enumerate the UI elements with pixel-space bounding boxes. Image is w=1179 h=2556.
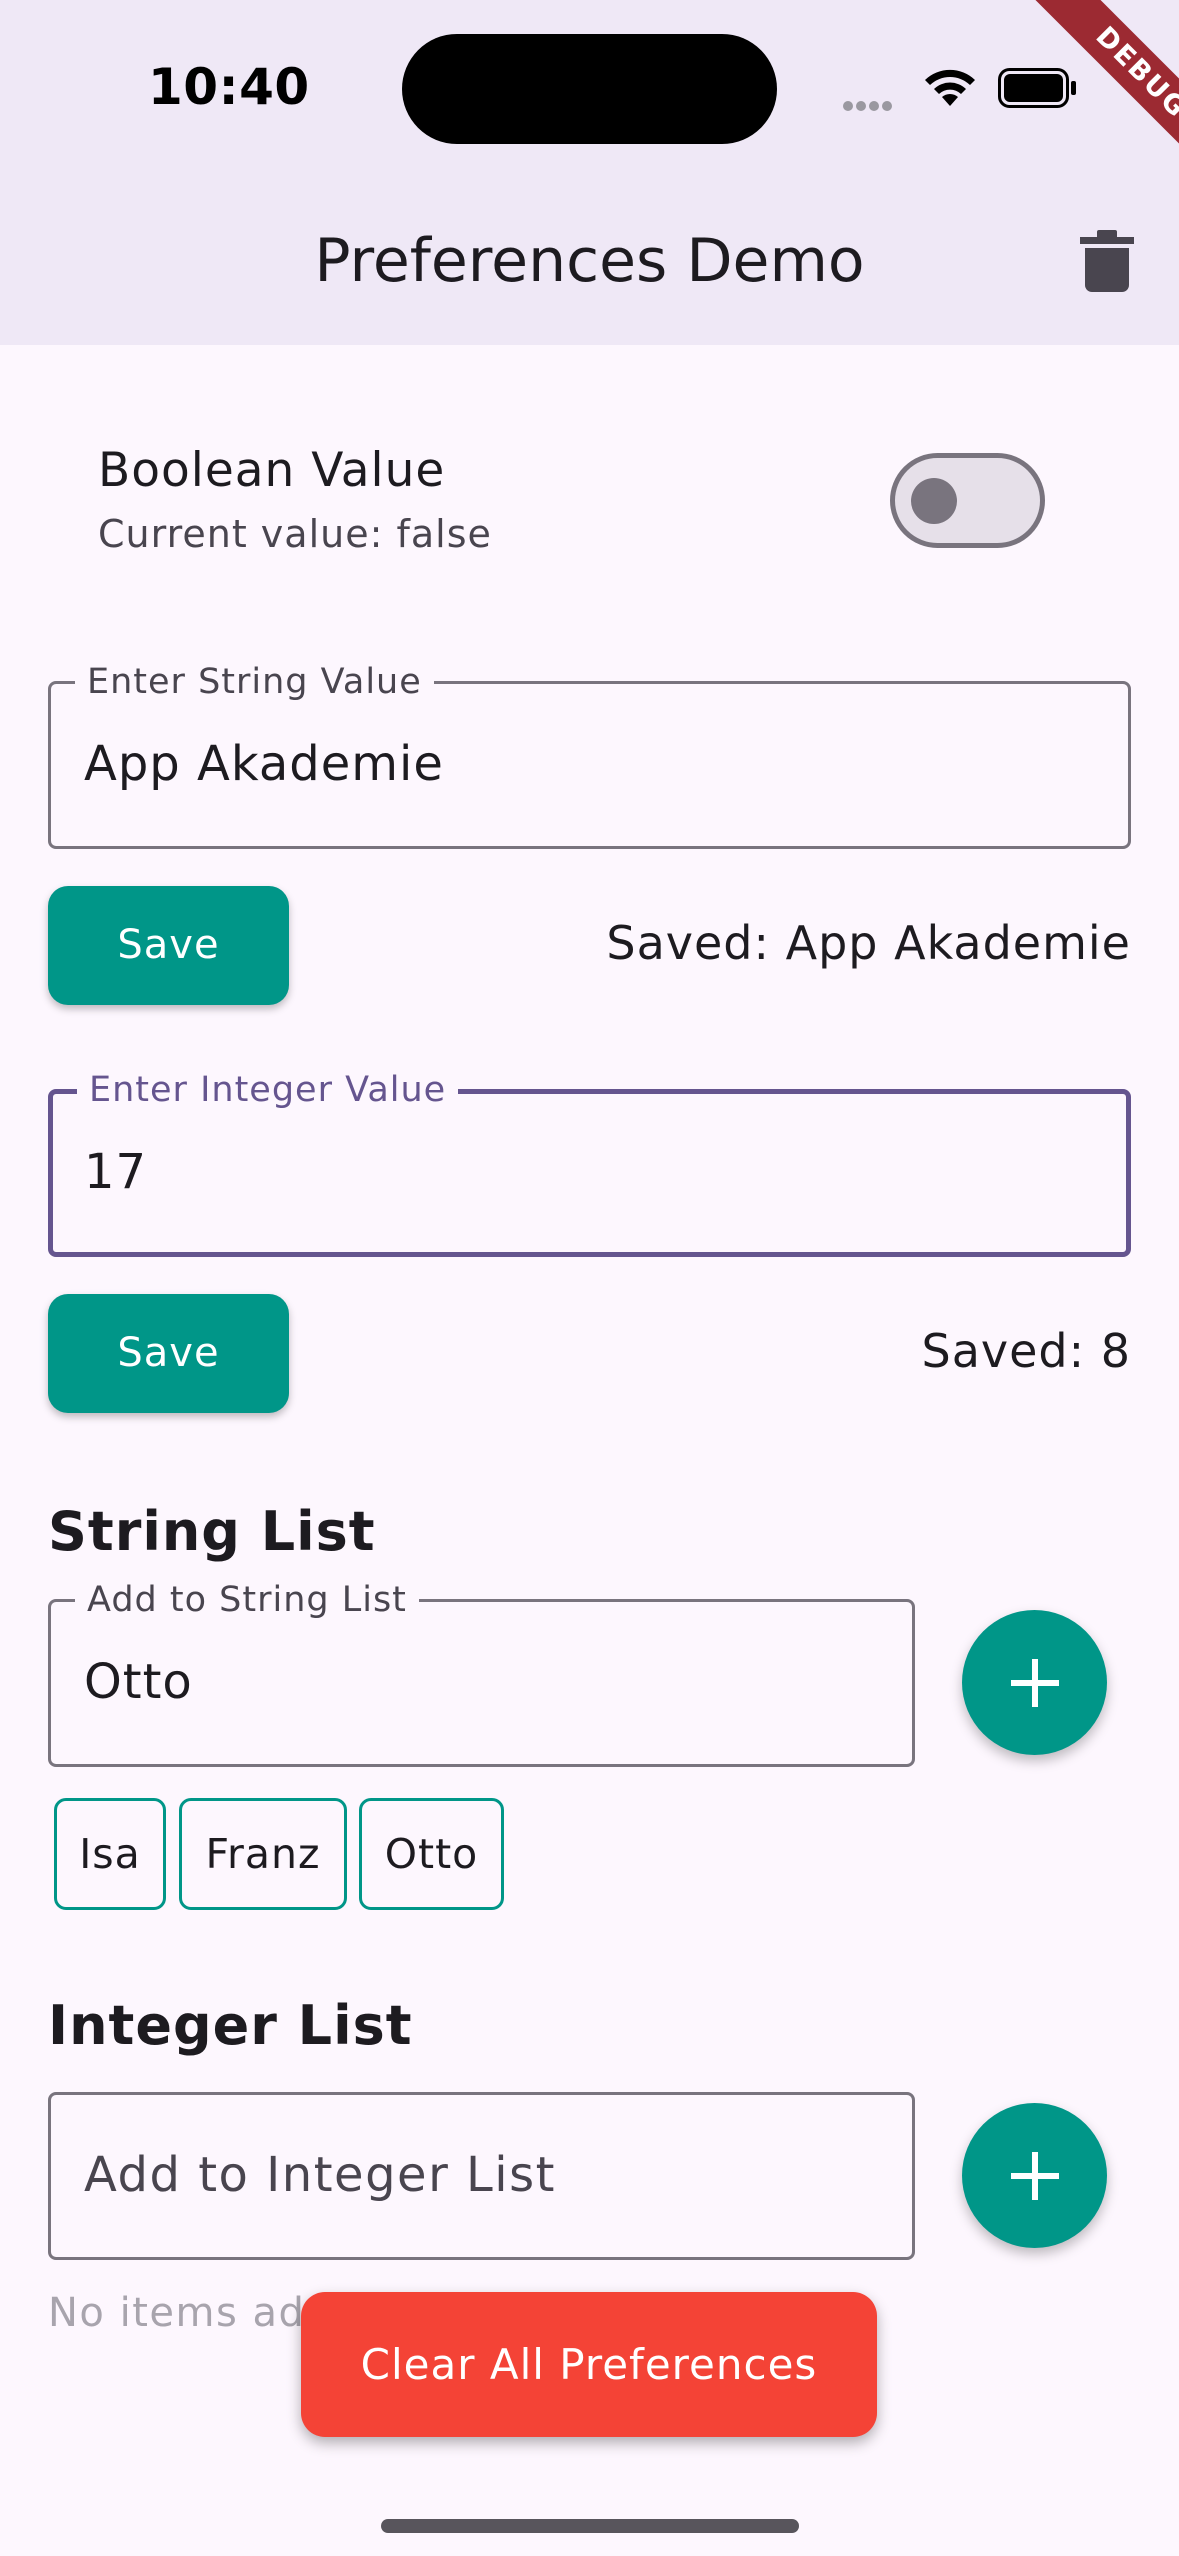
home-indicator xyxy=(381,2519,799,2533)
wifi-icon xyxy=(925,69,975,106)
string-list-input[interactable]: Add to String List Otto xyxy=(48,1578,915,1767)
saved-string-text: Saved: App Akademie xyxy=(606,916,1131,970)
page-title: Preferences Demo xyxy=(314,226,865,296)
save-integer-button[interactable]: Save xyxy=(48,1294,289,1413)
string-chip[interactable]: Otto xyxy=(359,1798,504,1910)
string-list-input-label: Add to String List xyxy=(75,1578,419,1622)
string-list-input-value: Otto xyxy=(84,1654,193,1710)
save-string-button[interactable]: Save xyxy=(48,886,289,1005)
status-time: 10:40 xyxy=(148,58,310,116)
cellular-dots-icon xyxy=(843,96,907,111)
integer-list-placeholder: Add to Integer List xyxy=(84,2147,556,2203)
boolean-subtitle: Current value: false xyxy=(98,512,492,556)
add-string-button[interactable] xyxy=(962,1610,1107,1755)
clear-all-preferences-button[interactable]: Clear All Preferences xyxy=(301,2292,877,2437)
string-field-label: Enter String Value xyxy=(75,660,434,704)
debug-label: DEBUG xyxy=(1025,0,1179,189)
string-field-value: App Akademie xyxy=(84,736,444,792)
debug-banner: DEBUG xyxy=(979,0,1179,200)
boolean-title: Boolean Value xyxy=(98,443,446,498)
string-chip[interactable]: Franz xyxy=(179,1798,347,1910)
integer-field-value: 17 xyxy=(84,1144,148,1200)
boolean-switch[interactable] xyxy=(890,453,1045,548)
string-chip[interactable]: Isa xyxy=(54,1798,166,1910)
saved-integer-text: Saved: 8 xyxy=(921,1324,1131,1378)
integer-value-field[interactable]: Enter Integer Value 17 xyxy=(48,1068,1131,1257)
integer-field-label: Enter Integer Value xyxy=(77,1068,459,1112)
switch-thumb xyxy=(911,478,957,524)
plus-icon xyxy=(1011,2152,1059,2200)
integer-list-heading: Integer List xyxy=(48,1994,413,2057)
string-list-heading: String List xyxy=(48,1500,376,1563)
plus-icon xyxy=(1011,1659,1059,1707)
string-value-field[interactable]: Enter String Value App Akademie xyxy=(48,660,1131,849)
trash-icon[interactable] xyxy=(1080,230,1134,292)
integer-list-input[interactable]: Add to Integer List xyxy=(48,2092,915,2260)
add-integer-button[interactable] xyxy=(962,2103,1107,2248)
dynamic-island xyxy=(402,34,777,144)
